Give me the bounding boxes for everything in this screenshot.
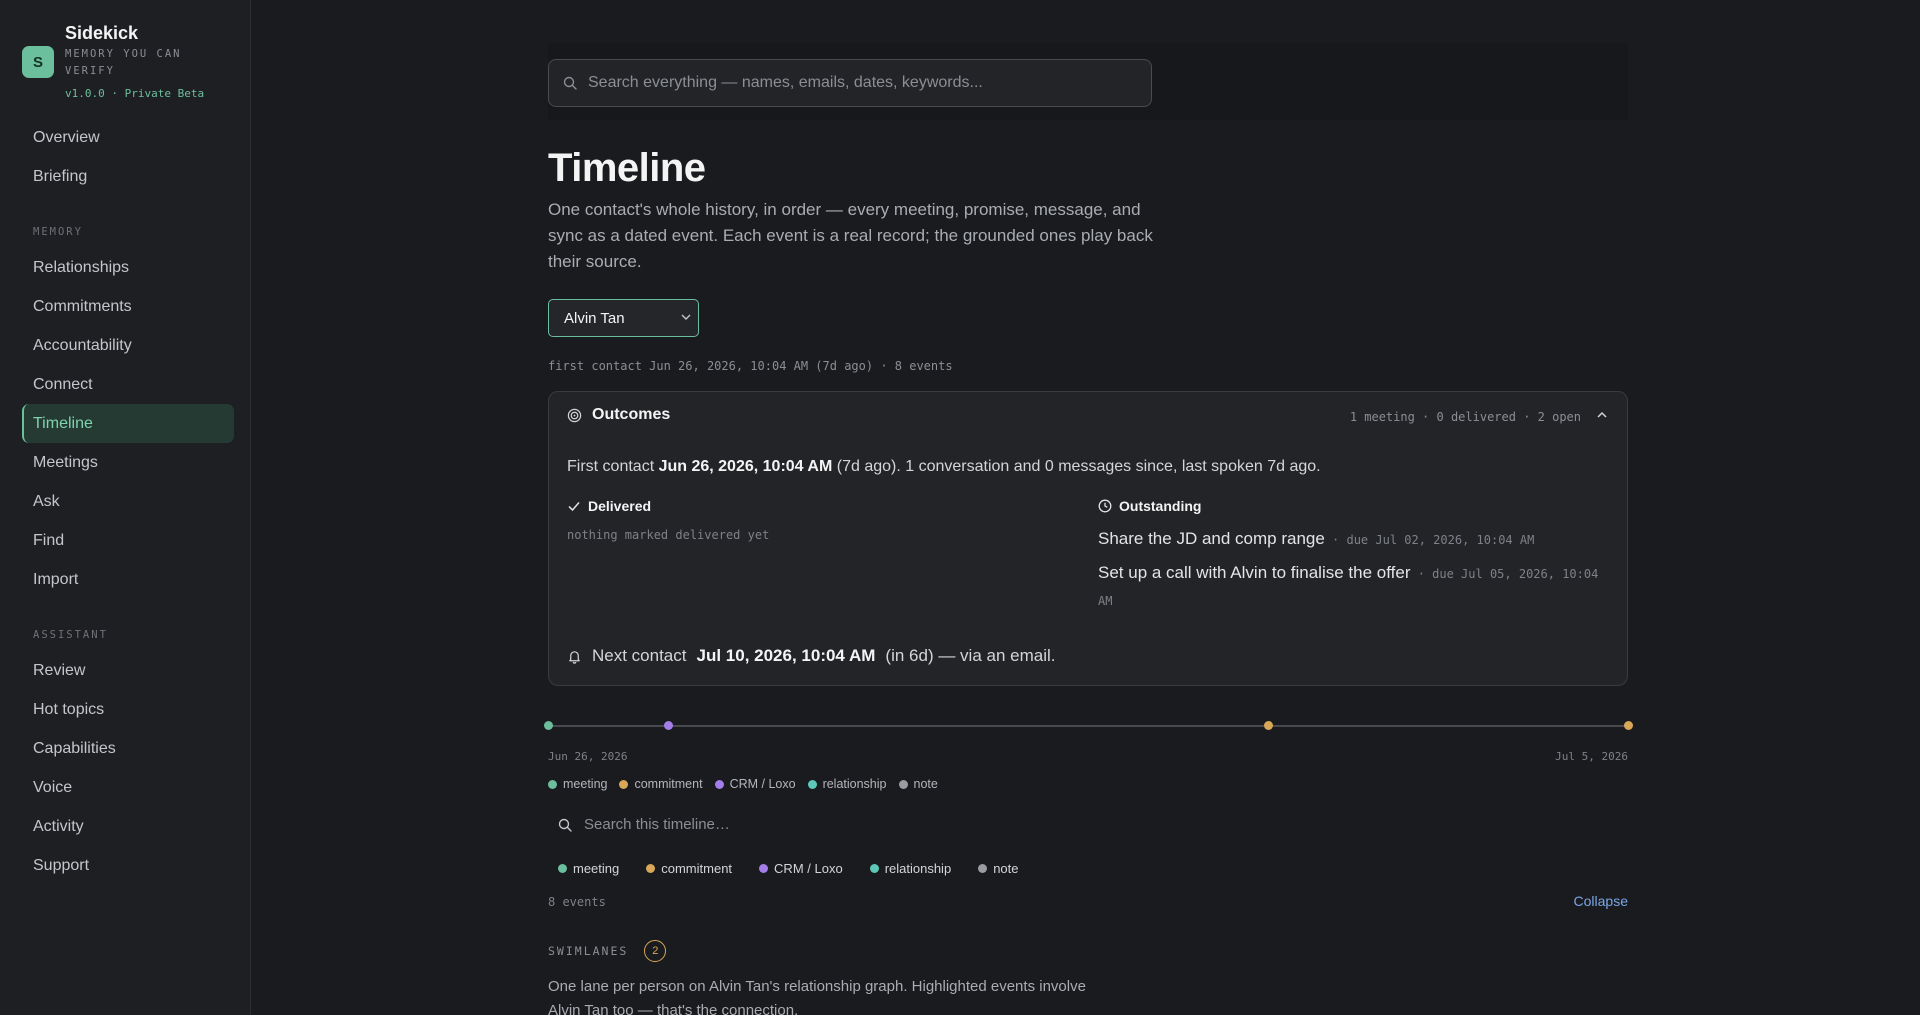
target-icon bbox=[567, 408, 582, 422]
delivered-heading: Delivered bbox=[567, 498, 651, 514]
outstanding-heading: Outstanding bbox=[1098, 498, 1201, 514]
timeline-marker-commitment[interactable] bbox=[1623, 721, 1633, 730]
legend-item-relationship: relationship bbox=[807, 777, 887, 791]
timeline-end-label: Jul 5, 2026 bbox=[1555, 750, 1628, 763]
contact-select-value: Alvin Tan bbox=[564, 309, 625, 327]
contact-meta: first contact Jun 26, 2026, 10:04 AM (7d… bbox=[548, 359, 953, 373]
page-subtitle: One contact's whole history, in order — … bbox=[548, 200, 1153, 271]
next-contact: Next contact Jul 10, 2026, 10:04 AM (in … bbox=[567, 646, 1056, 666]
first-contact-summary: First contact Jun 26, 2026, 10:04 AM (7d… bbox=[567, 458, 1321, 475]
event-count: 8 events bbox=[548, 895, 606, 909]
timeline-search-input[interactable] bbox=[584, 816, 1084, 833]
filter-commitment[interactable]: commitment bbox=[646, 861, 732, 876]
brand-logo: S bbox=[22, 46, 54, 78]
legend-item-crm: CRM / Loxo bbox=[714, 777, 796, 791]
swimlanes-count-badge: 2 bbox=[644, 940, 667, 962]
search-icon bbox=[563, 76, 577, 90]
collapse-link[interactable]: Collapse bbox=[1574, 893, 1628, 909]
sidebar-item-relationships[interactable]: Relationships bbox=[22, 248, 234, 287]
outstanding-item[interactable]: Share the JD and comp range · due Jul 02… bbox=[1098, 526, 1608, 553]
sidebar-item-overview[interactable]: Overview bbox=[22, 118, 234, 157]
contact-select[interactable]: Alvin Tan bbox=[548, 299, 699, 337]
outstanding-item[interactable]: Set up a call with Alvin to finalise the… bbox=[1098, 560, 1608, 614]
outcomes-title: Outcomes bbox=[592, 406, 671, 423]
sidebar-item-voice[interactable]: Voice bbox=[22, 768, 234, 807]
swimlanes-header: SWIMLANES 2 bbox=[548, 940, 667, 962]
sidebar: S Sidekick MEMORY YOU CAN VERIFY v1.0.0 … bbox=[0, 0, 251, 1015]
sidebar-item-import[interactable]: Import bbox=[22, 560, 234, 599]
top-bar bbox=[548, 43, 1628, 120]
swimlanes-description: One lane per person on Alvin Tan's relat… bbox=[548, 978, 1086, 1015]
sidebar-item-briefing[interactable]: Briefing bbox=[22, 157, 234, 196]
sidebar-nav: Overview Briefing MEMORY Relationships C… bbox=[22, 118, 234, 885]
next-contact-date: Jul 10, 2026, 10:04 AM bbox=[696, 646, 876, 665]
due-date: · due Jul 02, 2026, 10:04 AM bbox=[1324, 533, 1535, 547]
sidebar-item-commitments[interactable]: Commitments bbox=[22, 287, 234, 326]
legend-item-commitment: commitment bbox=[619, 777, 703, 791]
filter-note[interactable]: note bbox=[978, 861, 1019, 876]
search-icon bbox=[558, 818, 572, 832]
filter-relationship[interactable]: relationship bbox=[869, 861, 951, 876]
sidebar-item-find[interactable]: Find bbox=[22, 521, 234, 560]
timeline-marker-commitment[interactable] bbox=[1263, 721, 1273, 730]
outcomes-card: Outcomes 1 meeting · 0 delivered · 2 ope… bbox=[548, 391, 1628, 686]
brand-tagline: MEMORY YOU CAN VERIFY bbox=[65, 48, 182, 77]
filter-crm[interactable]: CRM / Loxo bbox=[759, 861, 843, 876]
sidebar-item-capabilities[interactable]: Capabilities bbox=[22, 729, 234, 768]
timeline-marker-meeting[interactable] bbox=[543, 721, 553, 730]
timeline-start-label: Jun 26, 2026 bbox=[548, 750, 628, 763]
clock-icon bbox=[1098, 499, 1112, 513]
legend-item-meeting: meeting bbox=[548, 777, 607, 791]
swimlanes-label: SWIMLANES bbox=[548, 944, 629, 958]
timeline-search[interactable] bbox=[558, 816, 1084, 833]
sidebar-section-assistant: ASSISTANT bbox=[33, 629, 108, 641]
global-search[interactable] bbox=[548, 59, 1152, 107]
sidebar-item-connect[interactable]: Connect bbox=[22, 365, 234, 404]
brand-version: v1.0.0 · Private Beta bbox=[65, 87, 205, 100]
sidebar-section-memory: MEMORY bbox=[33, 226, 83, 238]
sidebar-item-hot-topics[interactable]: Hot topics bbox=[22, 690, 234, 729]
legend-item-note: note bbox=[898, 777, 938, 791]
outcomes-header[interactable]: Outcomes bbox=[567, 406, 670, 424]
brand-name: Sidekick bbox=[65, 23, 139, 43]
sidebar-item-timeline[interactable]: Timeline bbox=[22, 404, 234, 443]
bell-icon bbox=[569, 650, 580, 664]
chevron-up-icon[interactable] bbox=[1595, 408, 1609, 422]
brand[interactable]: S Sidekick MEMORY YOU CAN VERIFY v1.0.0 … bbox=[22, 23, 205, 100]
sidebar-item-activity[interactable]: Activity bbox=[22, 807, 234, 846]
timeline-legend: meeting commitment CRM / Loxo relationsh… bbox=[548, 777, 950, 791]
sidebar-item-support[interactable]: Support bbox=[22, 846, 234, 885]
delivered-empty-state: nothing marked delivered yet bbox=[567, 528, 770, 542]
chevron-down-icon bbox=[681, 314, 691, 320]
check-icon bbox=[568, 502, 580, 512]
page-title: Timeline bbox=[548, 146, 706, 190]
sidebar-item-meetings[interactable]: Meetings bbox=[22, 443, 234, 482]
timeline-track bbox=[548, 725, 1628, 727]
filter-meeting[interactable]: meeting bbox=[558, 861, 619, 876]
first-contact-date: Jun 26, 2026, 10:04 AM bbox=[658, 458, 833, 475]
sidebar-item-review[interactable]: Review bbox=[22, 651, 234, 690]
outcomes-stats: 1 meeting · 0 delivered · 2 open bbox=[1349, 410, 1581, 424]
timeline-filters: meeting commitment CRM / Loxo relationsh… bbox=[558, 861, 1046, 876]
sidebar-item-accountability[interactable]: Accountability bbox=[22, 326, 234, 365]
global-search-input[interactable] bbox=[588, 74, 1128, 92]
timeline-marker-crm[interactable] bbox=[663, 721, 673, 730]
sidebar-item-ask[interactable]: Ask bbox=[22, 482, 234, 521]
